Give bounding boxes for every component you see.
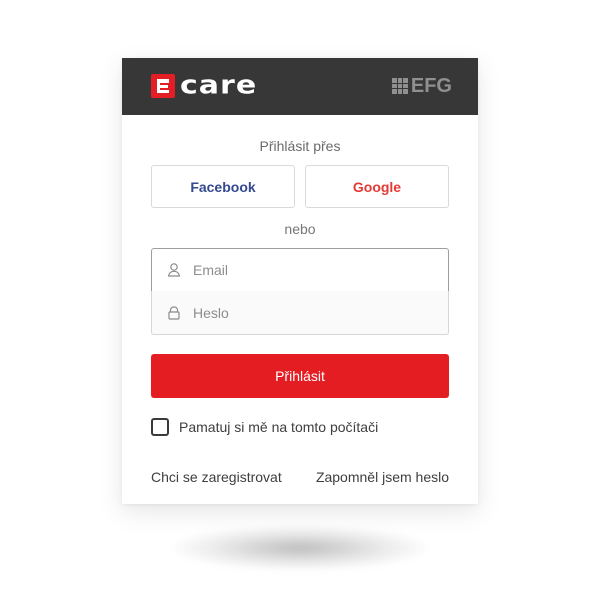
card-shadow <box>170 525 430 571</box>
or-divider-label: nebo <box>284 221 316 237</box>
email-field[interactable] <box>151 248 449 292</box>
remember-label: Pamatuj si mě na tomto počítači <box>179 419 379 435</box>
login-submit-button[interactable]: Přihlásit <box>151 354 449 398</box>
login-card: care EFG Přihlásit přes Facebook Google … <box>122 58 478 504</box>
remember-checkbox[interactable] <box>151 418 169 436</box>
grid-icon <box>391 78 408 94</box>
password-field[interactable] <box>151 291 449 335</box>
facebook-login-button[interactable]: Facebook <box>151 165 295 208</box>
register-link[interactable]: Chci se zaregistrovat <box>151 469 282 485</box>
brand-name: care <box>180 70 258 101</box>
email-input[interactable] <box>193 262 433 278</box>
user-icon <box>166 262 182 278</box>
google-login-button[interactable]: Google <box>305 165 449 208</box>
partner-logo: EFG <box>391 75 452 97</box>
remember-me-control[interactable]: Pamatuj si mě na tomto počítači <box>151 418 378 436</box>
login-with-label: Přihlásit přes <box>259 138 341 154</box>
partner-name: EFG <box>410 75 452 97</box>
e-logo-icon <box>151 74 175 98</box>
brand-logo: care <box>151 70 258 101</box>
password-input[interactable] <box>193 304 433 321</box>
forgot-password-link[interactable]: Zapomněl jsem heslo <box>316 469 449 485</box>
header-bar: care EFG <box>122 58 478 115</box>
lock-icon <box>166 305 182 321</box>
login-stage: care EFG Přihlásit přes Facebook Google … <box>0 0 600 600</box>
